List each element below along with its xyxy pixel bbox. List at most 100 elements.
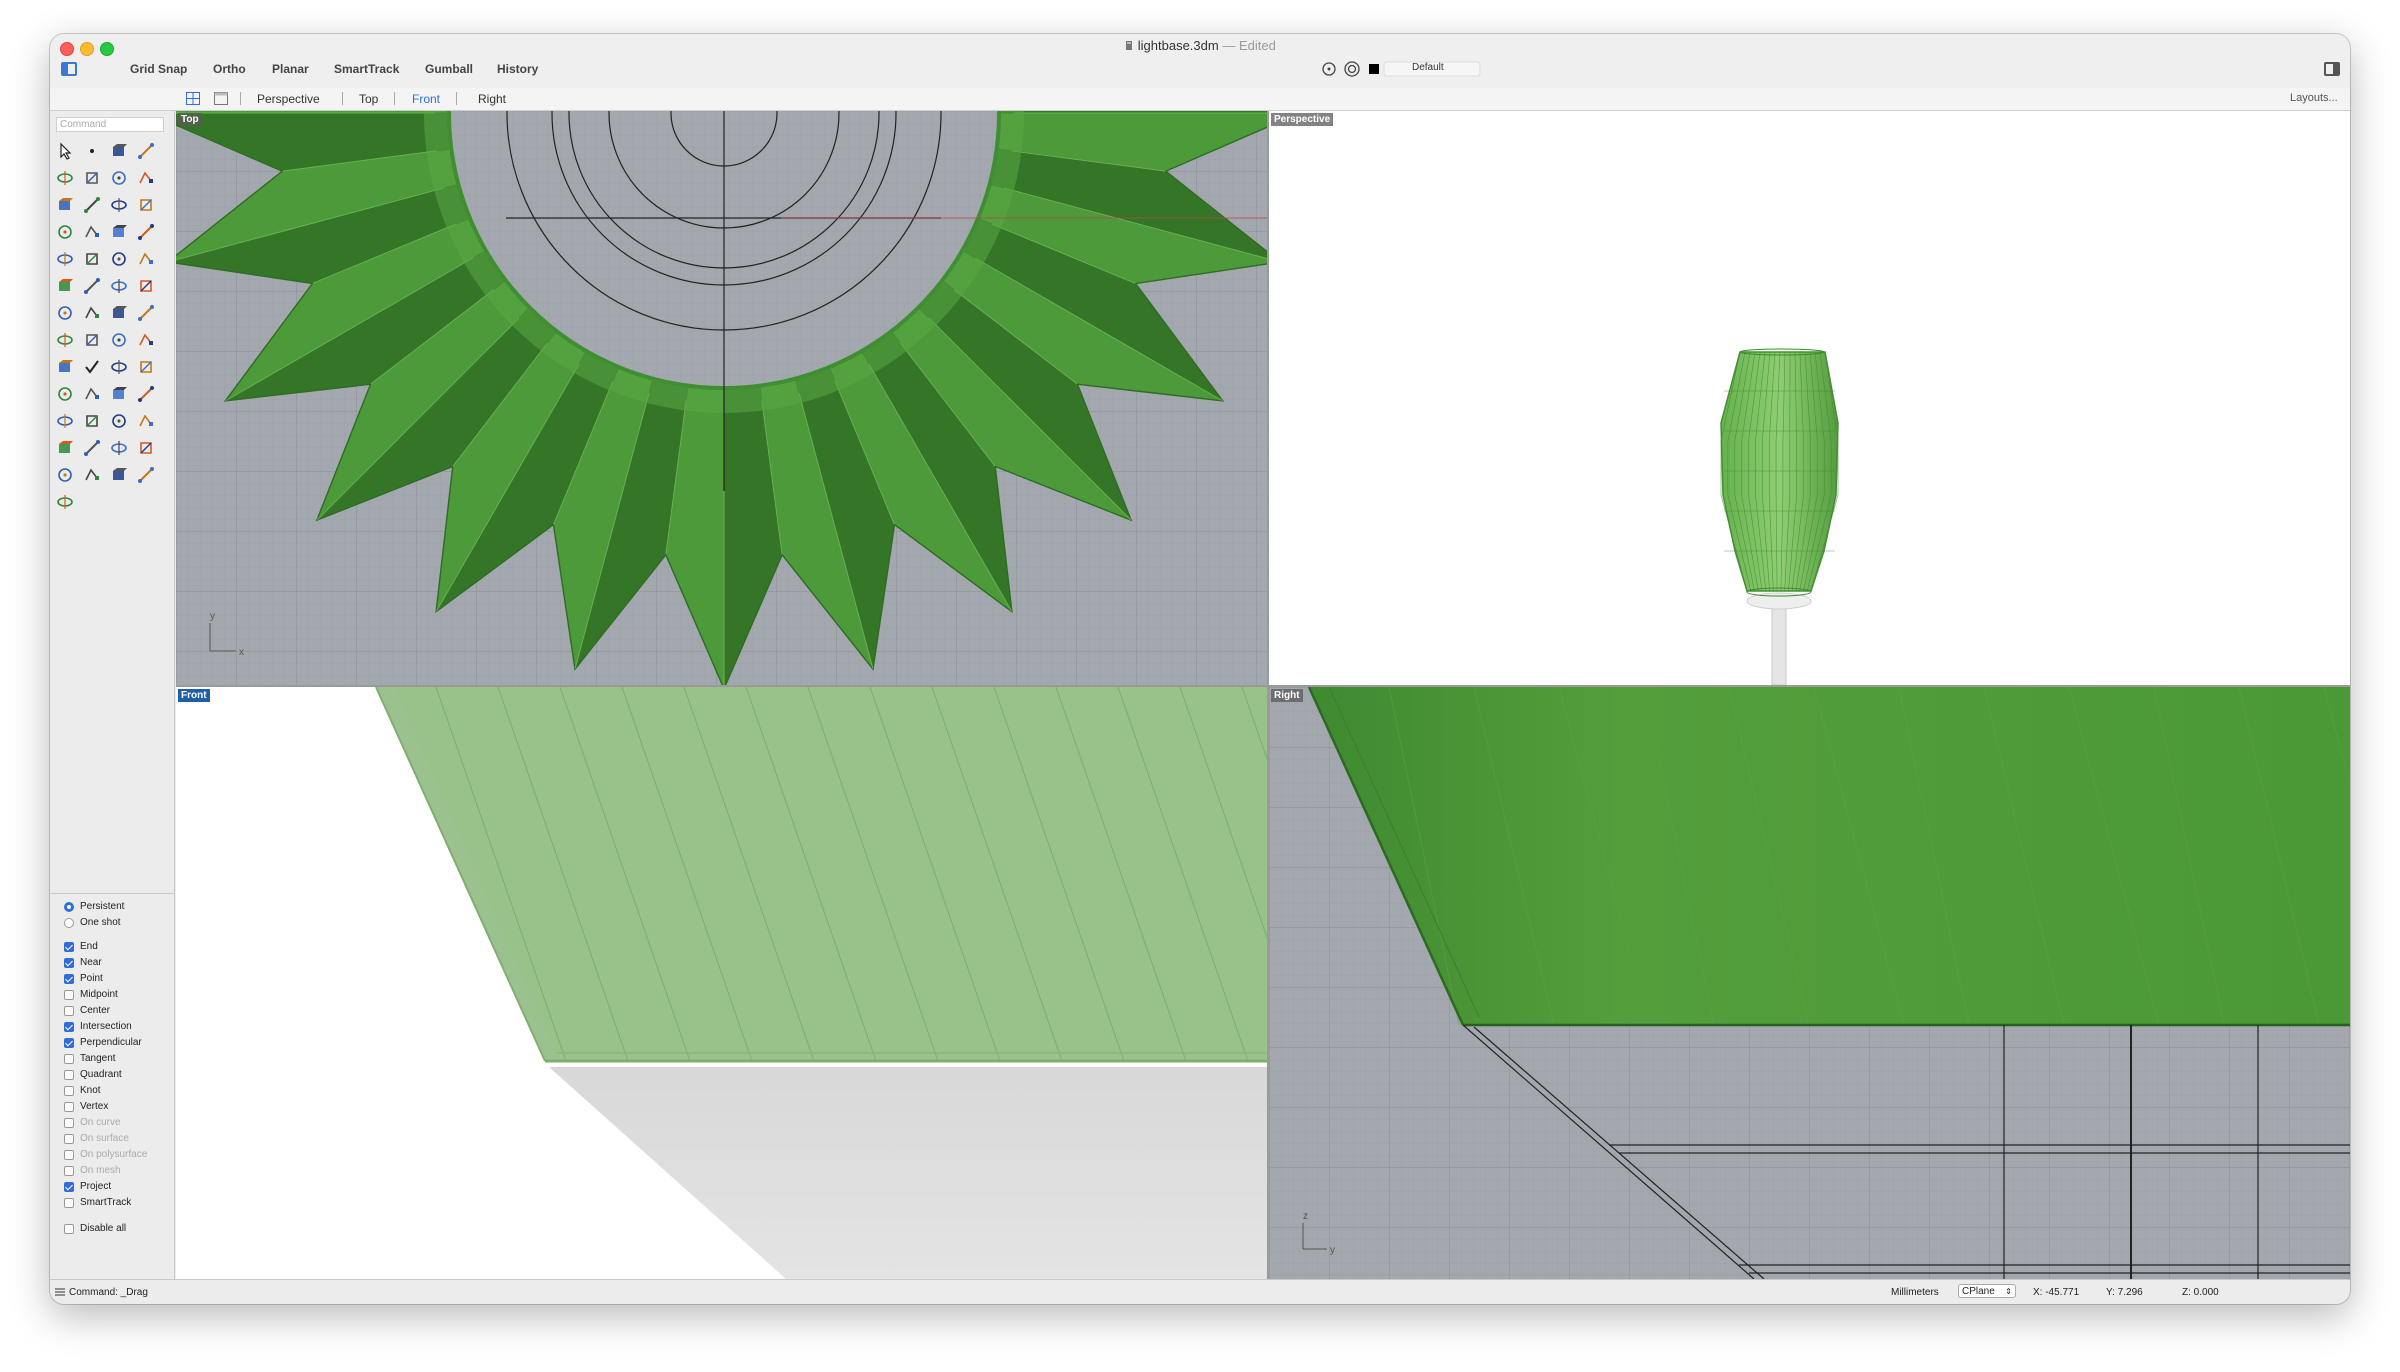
viewport-splitter-vertical[interactable]	[1267, 111, 1269, 1279]
command-history-icon[interactable]	[54, 1287, 66, 1297]
camera-icon[interactable]	[83, 466, 101, 484]
cplane-dropdown[interactable]: CPlane ⇕	[1958, 1284, 2016, 1298]
osnap-perpendicular-checkbox[interactable]: Perpendicular	[64, 1036, 142, 1050]
osnap-on-polysurface-checkbox[interactable]: On polysurface	[64, 1148, 147, 1162]
viewport-splitter-horizontal[interactable]	[176, 685, 2350, 687]
front-viewport[interactable]: Front	[176, 687, 1267, 1279]
ellipse-icon[interactable]	[83, 169, 101, 187]
perspective-viewport[interactable]: Perspective	[1269, 111, 2350, 685]
zoom-selected-icon[interactable]	[137, 385, 155, 403]
solid-tools-icon[interactable]	[56, 250, 74, 268]
osnap-end-checkbox[interactable]: End	[64, 940, 98, 954]
extrude-icon[interactable]	[137, 223, 155, 241]
front-viewport-canvas[interactable]	[176, 687, 1267, 1279]
osnap-on-curve-checkbox[interactable]: On curve	[64, 1116, 121, 1130]
osnap-persistent-radio[interactable]: Persistent	[64, 900, 124, 914]
osnap-vertex-checkbox[interactable]: Vertex	[64, 1100, 108, 1114]
point-icon[interactable]	[83, 142, 101, 160]
lampshade-perspective[interactable]	[1720, 348, 1839, 597]
osnap-on-mesh-checkbox[interactable]: On mesh	[64, 1164, 121, 1178]
material-icon[interactable]	[110, 439, 128, 457]
light-icon[interactable]	[137, 412, 155, 430]
osnap-point-checkbox[interactable]: Point	[64, 972, 103, 986]
check-icon[interactable]	[83, 358, 101, 376]
zoom-window-icon[interactable]	[83, 385, 101, 403]
mirror-icon[interactable]	[137, 304, 155, 322]
osnap-center-checkbox[interactable]: Center	[64, 1004, 110, 1018]
trim-icon[interactable]	[137, 250, 155, 268]
smarttrack-button[interactable]: SmartTrack	[334, 62, 399, 76]
move-icon[interactable]	[56, 304, 74, 322]
lightbulb-icon[interactable]	[56, 439, 74, 457]
ortho-button[interactable]: Ortho	[213, 62, 246, 76]
right-viewport-canvas[interactable]: z y	[1269, 687, 2350, 1279]
environment-icon[interactable]	[137, 439, 155, 457]
properties-icon[interactable]	[137, 358, 155, 376]
osnap-knot-checkbox[interactable]: Knot	[64, 1084, 101, 1098]
spotlight-icon[interactable]	[137, 466, 155, 484]
osnap-tangent-checkbox[interactable]: Tangent	[64, 1052, 116, 1066]
top-viewport[interactable]: y x Top	[176, 111, 1267, 685]
car-icon[interactable]	[83, 412, 101, 430]
group-icon[interactable]	[56, 331, 74, 349]
transform-icon[interactable]	[110, 196, 128, 214]
top-viewport-canvas[interactable]: y x	[176, 111, 1267, 685]
osnap-disable-all-checkbox[interactable]: Disable all	[64, 1222, 126, 1236]
dimension-icon[interactable]	[83, 331, 101, 349]
top-viewport-label[interactable]: Top	[178, 113, 202, 126]
right-viewport-label[interactable]: Right	[1271, 689, 1303, 702]
osnap-one-shot-radio[interactable]: One shot	[64, 916, 121, 930]
cplane-icon[interactable]	[56, 493, 74, 511]
single-viewport-icon[interactable]	[214, 92, 228, 105]
sphere-icon[interactable]	[83, 223, 101, 241]
right-viewport[interactable]: z y Right	[1269, 687, 2350, 1279]
osnap-quadrant-checkbox[interactable]: Quadrant	[64, 1068, 122, 1082]
right-panel-toggle-icon[interactable]	[2324, 62, 2340, 76]
lampshade-front-view[interactable]	[375, 687, 1267, 1063]
curve-icon[interactable]	[137, 142, 155, 160]
mesh-icon[interactable]	[56, 277, 74, 295]
tab-right[interactable]: Right	[478, 92, 506, 106]
lock-icon[interactable]	[83, 439, 101, 457]
osnap-on-surface-checkbox[interactable]: On surface	[64, 1132, 129, 1146]
units-label[interactable]: Millimeters	[1891, 1287, 1939, 1298]
zoom-icon[interactable]	[56, 385, 74, 403]
box-icon[interactable]	[56, 223, 74, 241]
tab-front[interactable]: Front	[412, 92, 440, 106]
osnap-project-checkbox[interactable]: Project	[64, 1180, 111, 1194]
perspective-viewport-label[interactable]: Perspective	[1271, 113, 1334, 126]
rotate-view-icon[interactable]	[56, 412, 74, 430]
cylinder-icon[interactable]	[110, 223, 128, 241]
scale-icon[interactable]	[83, 304, 101, 322]
rectangle-icon[interactable]	[137, 169, 155, 187]
fillet-icon[interactable]	[83, 196, 101, 214]
perspective-viewport-canvas[interactable]	[1269, 111, 2350, 685]
surface-icon[interactable]	[137, 196, 155, 214]
history-button[interactable]: History	[497, 62, 538, 76]
cap-icon[interactable]	[110, 250, 128, 268]
osnap-smarttrack-checkbox[interactable]: SmartTrack	[64, 1196, 131, 1210]
sphere-render-icon[interactable]	[110, 466, 128, 484]
join-icon[interactable]	[110, 277, 128, 295]
layer-icon[interactable]	[56, 358, 74, 376]
sidebar-toggle-icon[interactable]	[61, 62, 77, 76]
gumball-button[interactable]: Gumball	[425, 62, 473, 76]
boolean-icon[interactable]	[83, 250, 101, 268]
current-layer-dropdown[interactable]: Default	[1412, 62, 1444, 73]
tab-perspective[interactable]: Perspective	[257, 92, 320, 106]
array-icon[interactable]	[110, 304, 128, 322]
front-viewport-label[interactable]: Front	[178, 689, 210, 702]
circle-icon[interactable]	[56, 169, 74, 187]
polygon-icon[interactable]	[110, 169, 128, 187]
osnap-midpoint-checkbox[interactable]: Midpoint	[64, 988, 118, 1002]
layouts-button[interactable]: Layouts...	[2290, 92, 2338, 104]
planar-button[interactable]: Planar	[272, 62, 309, 76]
tab-top[interactable]: Top	[359, 92, 378, 106]
osnap-near-checkbox[interactable]: Near	[64, 956, 102, 970]
arc-icon[interactable]	[56, 196, 74, 214]
grid-snap-button[interactable]: Grid Snap	[130, 62, 187, 76]
text-icon[interactable]	[137, 331, 155, 349]
select-icon[interactable]	[56, 142, 74, 160]
split-icon[interactable]	[83, 277, 101, 295]
zoom-extents-icon[interactable]	[110, 385, 128, 403]
